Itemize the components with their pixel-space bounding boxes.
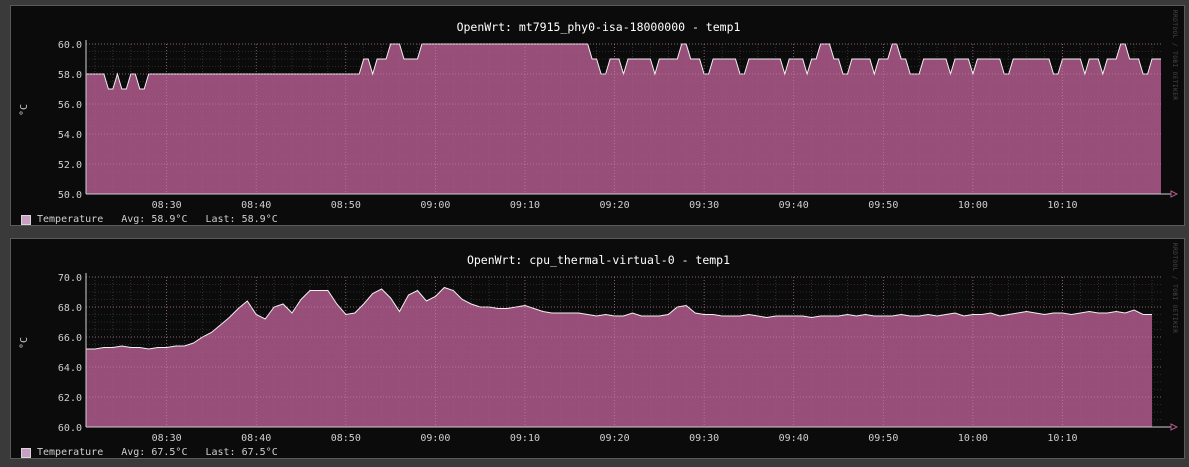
legend-label: Temperature	[37, 214, 104, 225]
legend-label: Temperature	[37, 447, 104, 458]
x-tick-label: 08:50	[331, 200, 361, 211]
rrdtool-watermark: RRDTOOL / TOBI OETIKER	[1171, 10, 1178, 101]
y-tick-label: 66.0	[58, 333, 82, 344]
chart-legend: Temperature Avg: 67.5°C Last: 67.5°C	[21, 447, 278, 458]
x-tick-label: 09:10	[510, 433, 540, 444]
x-tick-label: 09:40	[779, 433, 809, 444]
x-tick-label: 09:50	[868, 433, 898, 444]
y-tick-label: 60.0	[58, 40, 82, 51]
temperature-area	[86, 287, 1153, 427]
x-tick-label: 08:40	[241, 433, 271, 444]
x-tick-label: 08:50	[331, 433, 361, 444]
x-axis-arrow-icon	[1170, 423, 1179, 431]
rrdtool-watermark: RRDTOOL / TOBI OETIKER	[1171, 243, 1178, 334]
y-tick-label: 56.0	[58, 100, 82, 111]
legend-swatch	[21, 447, 31, 458]
y-tick-label: 52.0	[58, 160, 82, 171]
y-axis-label: °C	[19, 336, 30, 349]
chart-canvas: 08:30 08:40 08:50 09:00 09:10 09:20 09:30 09:40…	[58, 273, 1179, 444]
legend-avg: Avg: 58.9°C	[121, 214, 188, 225]
x-tick-label: 09:00	[420, 433, 450, 444]
chart-panel-cpu-temp: 08:30 08:40 08:50 09:00 09:10 09:20 09:30 09:40…	[10, 238, 1185, 459]
legend-last: Last: 67.5°C	[205, 447, 278, 458]
x-tick-label: 08:30	[152, 433, 182, 444]
x-tick-label: 09:50	[868, 200, 898, 211]
chart-title: OpenWrt: cpu_thermal-virtual-0 - temp1	[466, 253, 731, 267]
x-tick-label: 09:40	[779, 200, 809, 211]
x-axis-arrow-icon	[1170, 190, 1179, 198]
y-tick-label: 64.0	[58, 363, 82, 374]
y-tick-label: 62.0	[58, 393, 82, 404]
x-tick-label: 09:30	[689, 200, 719, 211]
x-tick-label: 10:10	[1047, 433, 1077, 444]
legend-swatch	[21, 214, 31, 225]
chart-title: OpenWrt: mt7915_phy0-isa-18000000 - temp…	[456, 20, 741, 34]
x-tick-label: 10:10	[1047, 200, 1077, 211]
x-tick-label: 09:20	[599, 433, 629, 444]
chart-panel-wifi-temp: 08:30 08:40 08:50 09:00 09:10 09:20 09:30 09:40…	[10, 5, 1185, 226]
x-tick-label: 08:40	[241, 200, 271, 211]
chart-legend: Temperature Avg: 58.9°C Last: 58.9°C	[21, 214, 278, 225]
y-axis-label: °C	[19, 103, 30, 116]
legend-last: Last: 58.9°C	[205, 214, 278, 225]
x-tick-label: 09:10	[510, 200, 540, 211]
chart-canvas: 08:30 08:40 08:50 09:00 09:10 09:20 09:30 09:40…	[58, 40, 1179, 211]
y-tick-label: 68.0	[58, 303, 82, 314]
y-tick-label: 58.0	[58, 70, 82, 81]
legend-avg: Avg: 67.5°C	[121, 447, 188, 458]
y-tick-label: 60.0	[58, 423, 82, 434]
x-tick-label: 10:00	[958, 433, 988, 444]
x-tick-label: 09:20	[599, 200, 629, 211]
x-tick-label: 10:00	[958, 200, 988, 211]
y-tick-label: 54.0	[58, 130, 82, 141]
y-tick-label: 70.0	[58, 273, 82, 284]
x-tick-label: 09:00	[420, 200, 450, 211]
y-tick-label: 50.0	[58, 190, 82, 201]
x-tick-label: 08:30	[152, 200, 182, 211]
x-tick-label: 09:30	[689, 433, 719, 444]
